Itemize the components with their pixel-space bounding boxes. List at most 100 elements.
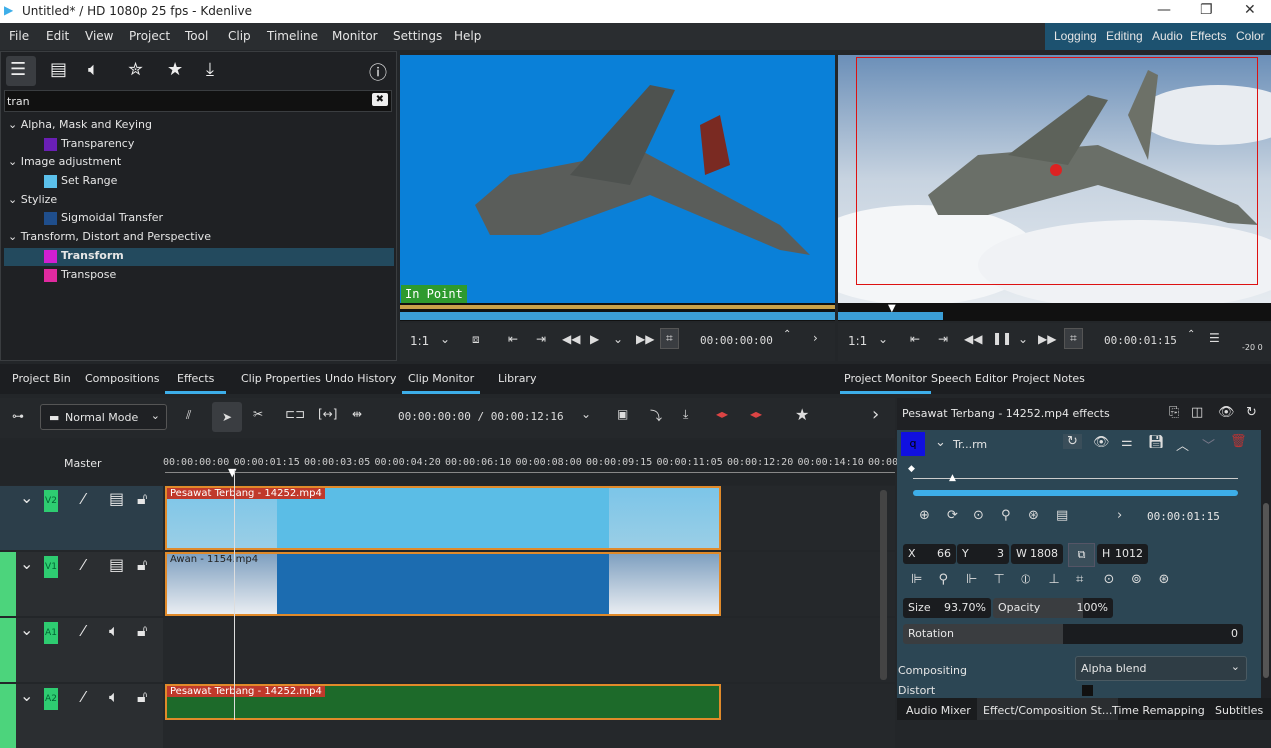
set-out-icon[interactable]: ⇥ [938,332,948,346]
tab-project-monitor[interactable]: Project Monitor [840,372,931,394]
align-icon[interactable]: ⊫ [911,572,922,587]
align-icon[interactable]: ⊤ [994,572,1005,587]
list-icon[interactable]: ☰ [10,59,26,80]
spin-icon[interactable]: ⌃ [783,329,791,340]
mute-icon[interactable]: 🔈︎ [109,621,119,641]
tab-compositions[interactable]: Compositions [85,372,159,385]
tree-item[interactable]: Transpose [44,268,116,282]
track-name[interactable]: V2 [44,490,58,512]
tree-item[interactable]: Set Range [44,174,117,188]
menu-clip[interactable]: Clip [228,29,251,43]
set-in-icon[interactable]: ⇤ [508,332,518,346]
reset-icon[interactable]: ↻ [1246,405,1257,420]
layout-editing[interactable]: Editing [1106,23,1143,50]
zoom-select[interactable]: 1:1 [848,334,867,348]
playhead-icon[interactable]: ▼ [228,466,236,479]
next-keyframe-icon[interactable]: ⊛ [1028,508,1039,523]
layout-logging[interactable]: Logging [1054,23,1097,50]
tab-clip-properties[interactable]: Clip Properties [241,372,321,385]
rewind-icon[interactable]: ◀◀ [562,332,580,346]
overwrite-icon[interactable]: ⤓ [683,407,688,422]
save-effect-icon[interactable]: 💾︎ [1148,435,1165,450]
effects-search-input[interactable]: tran ✖ [4,90,392,112]
info-icon[interactable]: ⓘ [369,59,387,85]
menu-monitor[interactable]: Monitor [332,29,378,43]
forward-icon[interactable]: ▶▶ [1038,332,1056,346]
tab-library[interactable]: Library [498,372,536,385]
snap-icon[interactable]: ⫽ [186,408,191,423]
align-icon[interactable]: ⦶ [1021,572,1030,587]
keyframe-ruler[interactable] [913,478,1238,479]
distort-checkbox[interactable] [1082,685,1093,696]
x-field[interactable]: X 66 [903,544,956,564]
menu-project[interactable]: Project [129,29,170,43]
download-icon[interactable]: ⤓ [206,59,214,80]
favorites-icon[interactable]: ★ [167,59,183,80]
compare-icon[interactable]: ◫ [1191,405,1203,420]
insert-icon[interactable]: ⤵ [650,407,662,424]
timeline-ruler[interactable]: Master 00:00:00:00 00:00:01:15 00:00:03:05… [0,440,898,485]
tab-clip-monitor[interactable]: Clip Monitor [402,372,481,394]
close-button[interactable]: ✕ [1244,2,1256,18]
add-keyframe-icon[interactable]: ⊕ [919,508,930,523]
keyframe-bar[interactable] [913,490,1238,496]
chevron-down-icon[interactable]: ⌄ [581,407,591,421]
align-icon[interactable]: ⊥ [1049,572,1060,587]
chevron-down-icon[interactable]: ⌄ [613,332,623,346]
layout-effects[interactable]: Effects [1190,23,1226,50]
playhead-line[interactable] [234,470,235,720]
maximize-button[interactable]: ❐ [1200,2,1213,18]
spacer-tool-icon[interactable]: ⊏⊐ [285,407,305,421]
move-down-icon[interactable]: ﹀ [1202,435,1215,454]
timeline-clip[interactable]: Awan - 1154.mp4 [165,552,721,616]
zoom-select[interactable]: 1:1 [410,334,429,348]
tab-effect-stack[interactable]: Effect/Composition St... [977,698,1119,720]
tab-project-notes[interactable]: Project Notes [1012,372,1085,385]
tab-project-bin[interactable]: Project Bin [12,372,71,385]
pause-icon[interactable]: ❚❚ [992,331,1012,345]
tree-item[interactable]: Transparency [44,137,134,151]
align-icon[interactable]: ⌗ [1076,572,1083,587]
crop-icon[interactable]: ⌗ [660,328,679,349]
menu-timeline[interactable]: Timeline [267,29,318,43]
clip-timecode[interactable]: 00:00:00:00 [700,334,773,347]
audio-effects-icon[interactable]: 🔈︎ [88,59,99,80]
forward-icon[interactable]: ▶▶ [636,332,654,346]
minimize-button[interactable]: — [1157,2,1171,18]
rewind-icon[interactable]: ◀◀ [964,332,982,346]
chevron-down-icon[interactable]: ⌄ [1018,332,1028,346]
reset-effect-icon[interactable]: ↻ [1063,434,1082,449]
align-icon[interactable]: ⊛ [1159,572,1170,587]
project-timecode[interactable]: 00:00:01:15 [1104,334,1177,347]
timeline-timecode[interactable]: 00:00:00:00 / 00:00:12:16 [398,410,564,423]
video-effects-icon[interactable]: ▤ [50,59,67,80]
collapse-track-icon[interactable]: ⌄ [20,554,33,573]
lift-icon[interactable]: ◂▸ [716,407,728,421]
compositing-select[interactable]: Alpha blend ⌄ [1075,656,1247,681]
track-name[interactable]: A2 [44,688,58,710]
w-field[interactable]: W 1808 [1011,544,1063,564]
custom-effects-icon[interactable]: ✮ [128,59,143,80]
transform-frame[interactable] [856,57,1258,285]
keyframe-list-icon[interactable]: ▤ [1056,508,1068,523]
track-name[interactable]: V1 [44,556,58,578]
razor-tool-icon[interactable]: ✂ [253,407,263,421]
tab-undo-history[interactable]: Undo History [325,372,396,385]
tab-time-remapping[interactable]: Time Remapping [1112,704,1205,717]
timeline-clip[interactable]: Pesawat Terbang - 14252.mp4 [165,684,721,720]
link-ratio-icon[interactable]: ⧉ [1068,543,1095,567]
menu-view[interactable]: View [85,29,113,43]
collapse-track-icon[interactable]: ⌄ [20,686,33,705]
hide-icon[interactable]: ▤ [109,489,124,508]
collapse-track-icon[interactable]: ⌄ [20,620,33,639]
ripple-tool-icon[interactable]: [↔] [318,407,337,421]
menu-icon[interactable]: ☰ [1209,331,1220,345]
track-v2[interactable]: ⌄ V2 ⁄ ▤ 🔓︎ Pesawat Terbang - 14252.mp4 [0,486,895,550]
rotation-slider[interactable]: Rotation 0 [903,624,1243,644]
more-tools-icon[interactable]: › [872,404,879,425]
track-v1[interactable]: ⌄ V1 ⁄ ▤ 🔓︎ Awan - 1154.mp4 [0,552,895,616]
spin-icon[interactable]: ⌃ [1187,329,1195,340]
clear-search-icon[interactable]: ✖ [371,93,388,106]
effects-wand-icon[interactable]: ⁄ [82,688,85,706]
tab-speech-editor[interactable]: Speech Editor [931,372,1008,385]
